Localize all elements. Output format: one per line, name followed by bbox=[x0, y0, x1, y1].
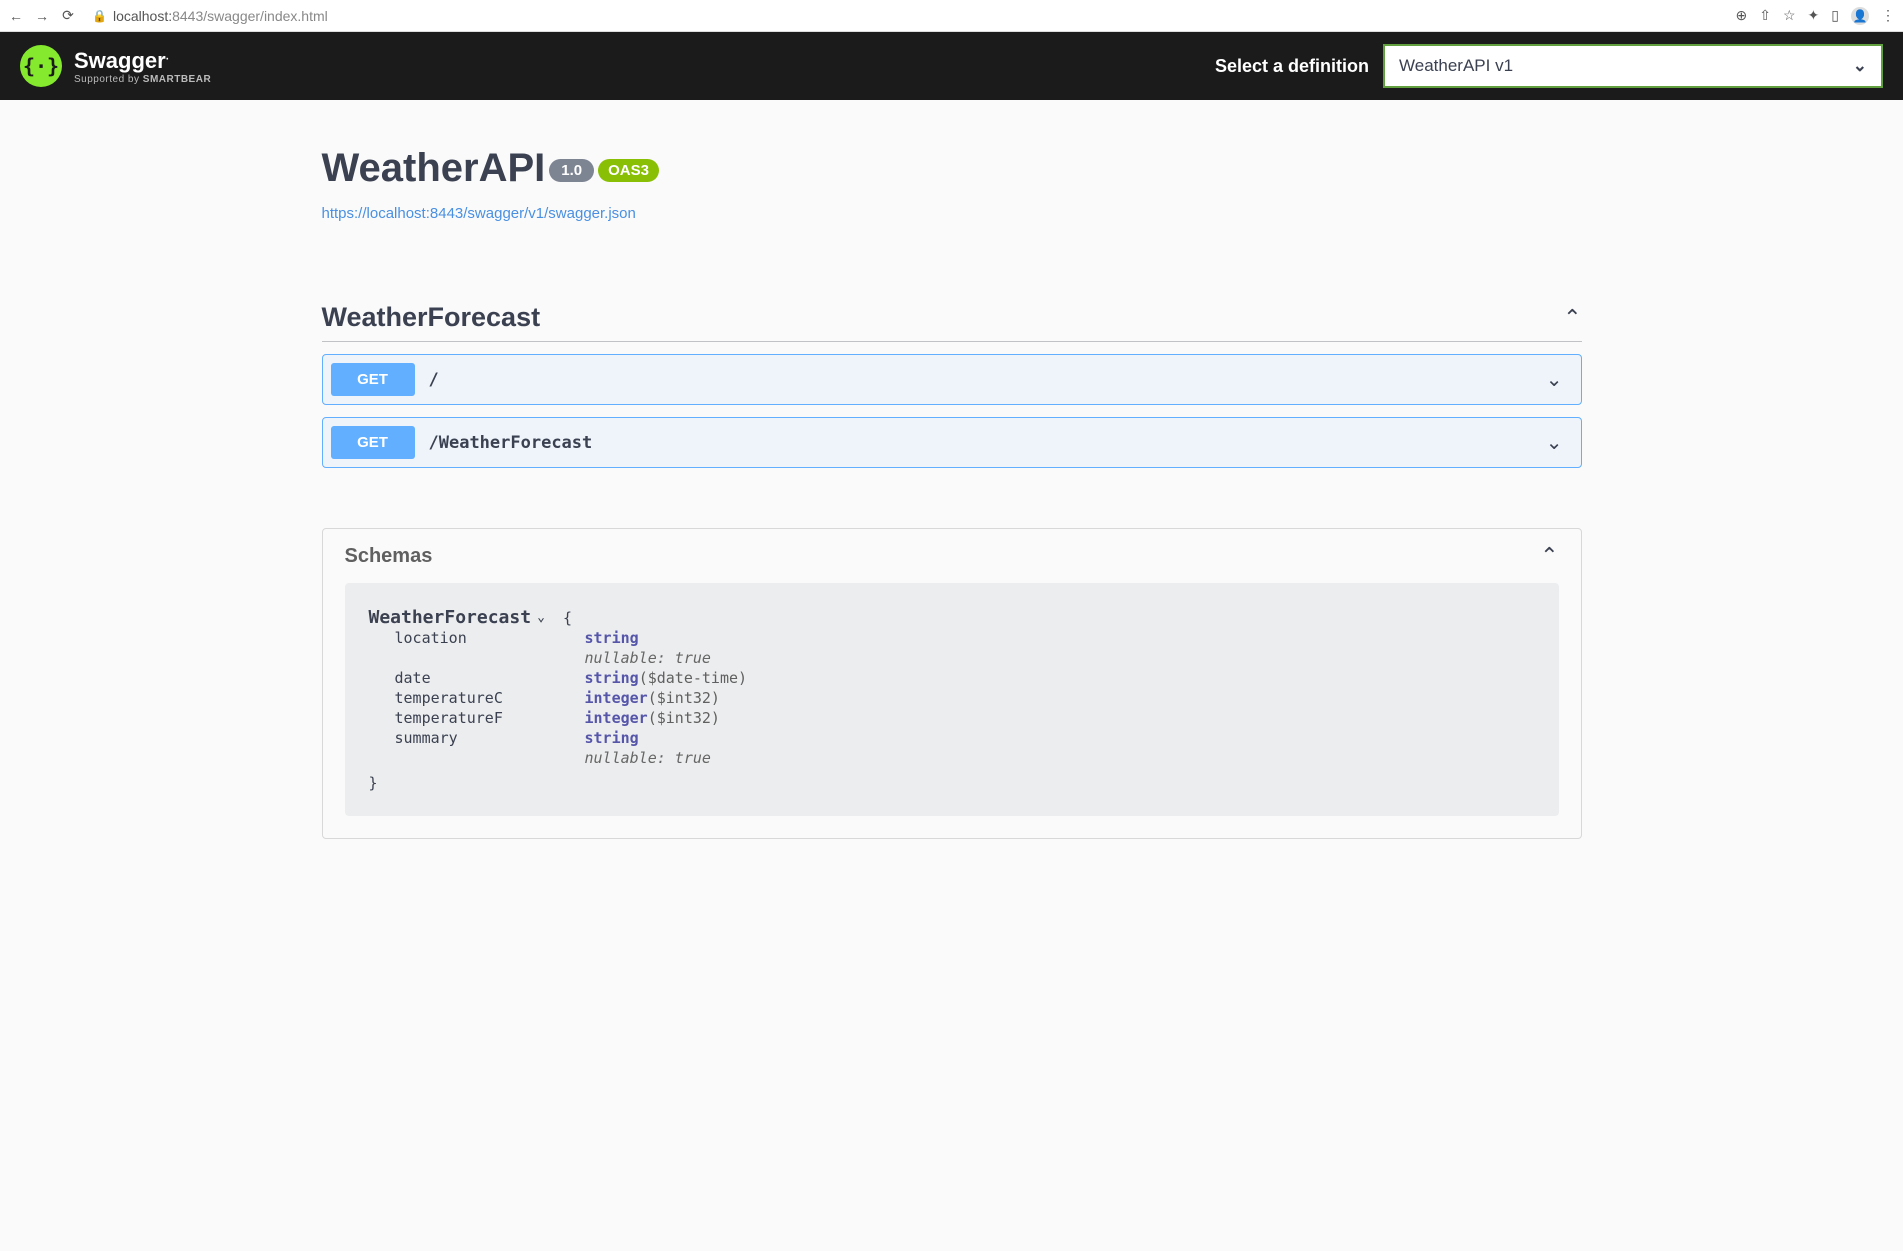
bookmark-icon[interactable]: ☆ bbox=[1783, 7, 1796, 24]
model-property-meta-row: nullable: true bbox=[395, 648, 748, 668]
spec-url-link[interactable]: https://localhost:8443/swagger/v1/swagge… bbox=[322, 205, 1582, 222]
model-property-row: temperatureCinteger($int32) bbox=[395, 688, 748, 708]
model-property-row: summarystring bbox=[395, 728, 748, 748]
prop-format: ($int32) bbox=[648, 689, 720, 707]
schemas-header[interactable]: Schemas ⌃ bbox=[323, 529, 1581, 583]
swagger-brand: {⋅} Swagger. Supported by SMARTBEAR bbox=[20, 45, 211, 87]
zoom-icon[interactable]: ⊕ bbox=[1736, 7, 1748, 24]
model-property-meta-row: nullable: true bbox=[395, 748, 748, 768]
prop-meta: nullable: true bbox=[585, 649, 711, 667]
definition-select[interactable]: WeatherAPI v1 ⌄ bbox=[1383, 44, 1883, 88]
schemas-title: Schemas bbox=[345, 545, 433, 568]
prop-type: integer bbox=[585, 689, 648, 707]
chrome-right-icons: ⊕ ⇧ ☆ ✦ ▯ 👤 ⋮ bbox=[1736, 7, 1895, 25]
model-name: WeatherForecast bbox=[369, 607, 532, 628]
prop-name: temperatureF bbox=[395, 708, 585, 728]
model-property-row: locationstring bbox=[395, 628, 748, 648]
api-info: WeatherAPI1.0OAS3 https://localhost:8443… bbox=[322, 146, 1582, 222]
chevron-up-icon: ⌃ bbox=[1540, 543, 1558, 569]
prop-format: ($date-time) bbox=[639, 669, 747, 687]
brand-subtitle: Supported by SMARTBEAR bbox=[74, 74, 211, 85]
share-icon[interactable]: ⇧ bbox=[1759, 7, 1771, 24]
url-text: localhost:8443/swagger/index.html bbox=[113, 8, 328, 24]
address-bar[interactable]: 🔒 localhost:8443/swagger/index.html bbox=[86, 8, 1726, 24]
tag-section: WeatherForecast ⌃ GET / ⌄ GET /WeatherFo… bbox=[322, 302, 1582, 468]
tag-header[interactable]: WeatherForecast ⌃ bbox=[322, 302, 1582, 342]
prop-type: string bbox=[585, 669, 639, 687]
prop-name: temperatureC bbox=[395, 688, 585, 708]
operation-row: GET / ⌄ bbox=[322, 354, 1582, 405]
kebab-menu-icon[interactable]: ⋮ bbox=[1881, 7, 1895, 24]
operation-summary[interactable]: GET / ⌄ bbox=[323, 355, 1581, 404]
oas-badge: OAS3 bbox=[598, 159, 659, 182]
chevron-down-icon: ⌄ bbox=[537, 610, 545, 625]
api-title: WeatherAPI bbox=[322, 146, 546, 191]
profile-avatar-icon[interactable]: 👤 bbox=[1851, 7, 1869, 25]
prop-type: integer bbox=[585, 709, 648, 727]
extensions-icon[interactable]: ✦ bbox=[1808, 7, 1820, 24]
operation-row: GET /WeatherForecast ⌄ bbox=[322, 417, 1582, 468]
close-brace: } bbox=[369, 774, 1535, 792]
version-badge: 1.0 bbox=[549, 159, 594, 182]
schemas-body: WeatherForecast ⌄ { locationstring nulla… bbox=[345, 583, 1559, 816]
reload-icon[interactable]: ⟳ bbox=[60, 7, 76, 24]
model-toggle[interactable]: WeatherForecast ⌄ bbox=[369, 607, 545, 628]
schemas-section: Schemas ⌃ WeatherForecast ⌄ { locationst… bbox=[322, 528, 1582, 839]
browser-chrome: ← → ⟳ 🔒 localhost:8443/swagger/index.htm… bbox=[0, 0, 1903, 32]
panel-icon[interactable]: ▯ bbox=[1831, 7, 1839, 24]
prop-name: date bbox=[395, 668, 585, 688]
chevron-down-icon: ⌄ bbox=[1546, 367, 1563, 392]
prop-meta: nullable: true bbox=[585, 749, 711, 767]
open-brace: { bbox=[563, 609, 572, 627]
forward-icon[interactable]: → bbox=[34, 8, 50, 24]
model-property-row: datestring($date-time) bbox=[395, 668, 748, 688]
prop-type: string bbox=[585, 629, 639, 647]
http-method-badge: GET bbox=[331, 363, 415, 396]
prop-format: ($int32) bbox=[648, 709, 720, 727]
tag-name: WeatherForecast bbox=[322, 302, 541, 333]
swagger-logo-icon: {⋅} bbox=[20, 45, 62, 87]
prop-type: string bbox=[585, 729, 639, 747]
brand-name: Swagger. bbox=[74, 48, 211, 74]
back-icon[interactable]: ← bbox=[8, 8, 24, 24]
chevron-down-icon: ⌄ bbox=[1853, 56, 1867, 76]
prop-name: summary bbox=[395, 728, 585, 748]
operation-path: / bbox=[429, 370, 1546, 390]
lock-icon: 🔒 bbox=[92, 9, 107, 23]
chevron-up-icon: ⌃ bbox=[1563, 305, 1581, 331]
http-method-badge: GET bbox=[331, 426, 415, 459]
definition-selected-value: WeatherAPI v1 bbox=[1399, 56, 1513, 76]
model-property-row: temperatureFinteger($int32) bbox=[395, 708, 748, 728]
prop-name: location bbox=[395, 628, 585, 648]
operation-path: /WeatherForecast bbox=[429, 433, 1546, 453]
swagger-topbar: {⋅} Swagger. Supported by SMARTBEAR Sele… bbox=[0, 32, 1903, 100]
chevron-down-icon: ⌄ bbox=[1546, 430, 1563, 455]
definition-select-label: Select a definition bbox=[1215, 56, 1369, 77]
model-properties-table: locationstring nullable: true datestring… bbox=[395, 628, 748, 768]
operation-summary[interactable]: GET /WeatherForecast ⌄ bbox=[323, 418, 1581, 467]
